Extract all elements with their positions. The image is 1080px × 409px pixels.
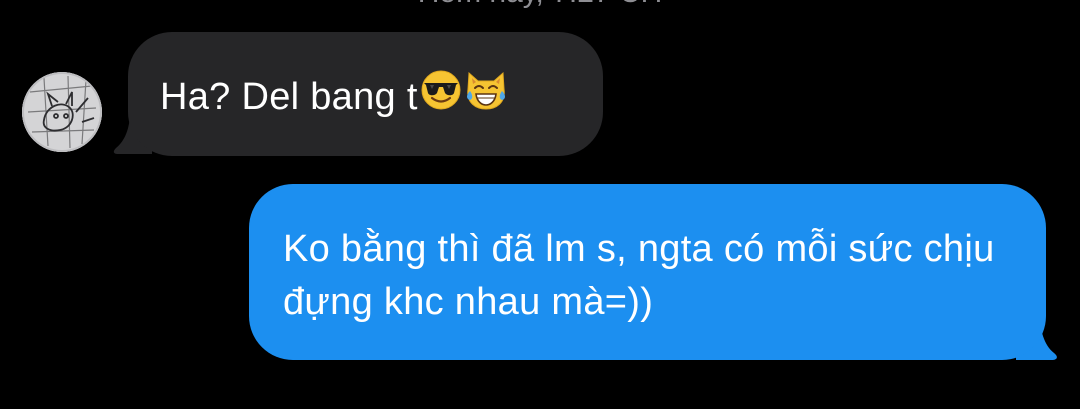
- avatar-sketch-image: [22, 72, 102, 152]
- incoming-message-bubble[interactable]: Ha? Del bang t: [128, 32, 603, 156]
- outgoing-message-bubble[interactable]: Ko bằng thì đã lm s, ngta có mỗi sức chị…: [249, 184, 1046, 360]
- cat-tears-of-joy-emoji-icon: [464, 69, 508, 121]
- contact-avatar[interactable]: [22, 72, 102, 152]
- incoming-message-text: Ha? Del bang t: [160, 70, 508, 125]
- conversation-timestamp: Hôm nay, 7:27 CH: [0, 0, 1080, 8]
- incoming-message-label: Ha? Del bang t: [160, 76, 418, 119]
- outgoing-message-text: Ko bằng thì đã lm s, ngta có mỗi sức chị…: [283, 228, 995, 323]
- sunglasses-emoji-icon: [420, 69, 462, 121]
